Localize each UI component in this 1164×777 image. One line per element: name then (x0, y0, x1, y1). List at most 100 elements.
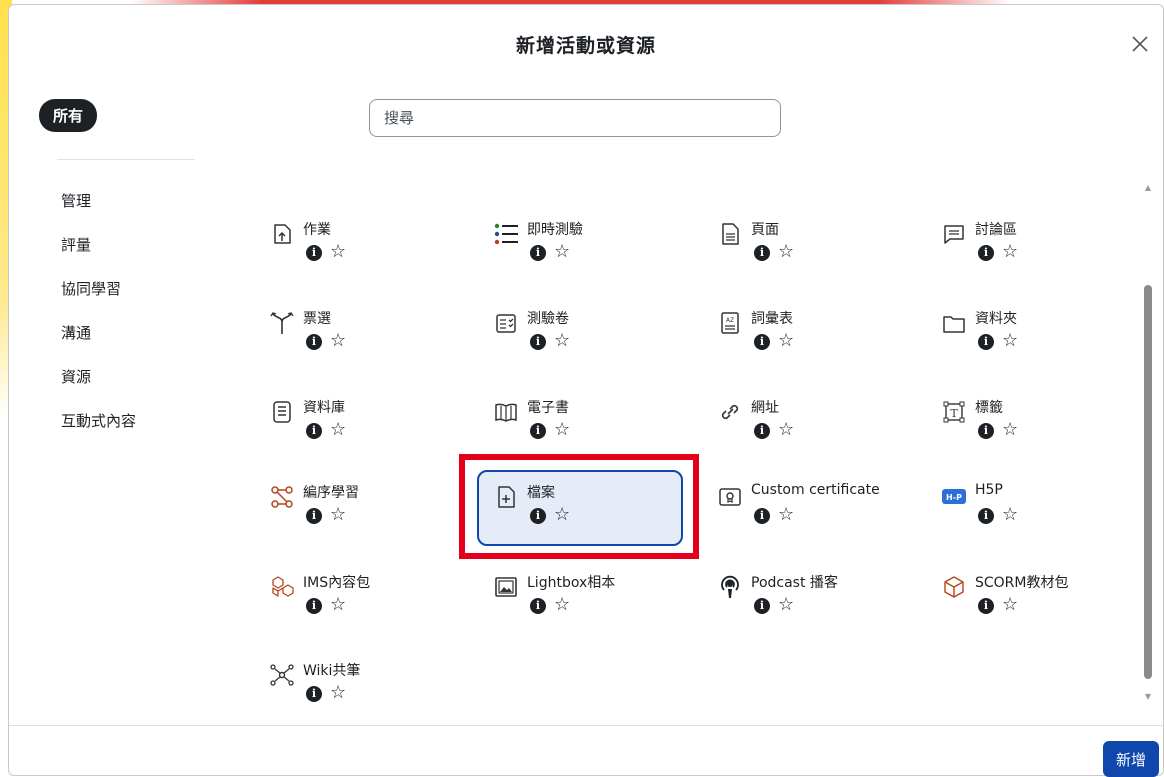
star-icon[interactable]: ☆ (778, 505, 794, 525)
category-item-interactive-content[interactable]: 互動式內容 (61, 411, 136, 455)
svg-text:H-P: H-P (946, 493, 962, 502)
activity-item[interactable]: 網址 i ☆ (701, 385, 907, 461)
star-icon[interactable]: ☆ (330, 420, 346, 440)
activity-name: 資料庫 (303, 400, 345, 416)
activity-name: Lightbox相本 (527, 575, 616, 591)
category-item-communication[interactable]: 溝通 (61, 323, 136, 367)
activity-item[interactable]: AZ 詞彙表 i ☆ (701, 296, 907, 372)
footer-divider (9, 725, 1163, 726)
info-icon[interactable]: i (306, 423, 322, 439)
activity-item[interactable]: 資料庫 i ☆ (253, 385, 459, 461)
sidebar-divider (57, 159, 195, 160)
folder-icon (943, 316, 965, 333)
info-icon[interactable]: i (306, 334, 322, 350)
info-icon[interactable]: i (306, 686, 322, 702)
podcast-icon (721, 575, 739, 598)
activity-item[interactable]: H-P H5P i ☆ (925, 470, 1131, 546)
scroll-down-arrow-icon[interactable]: ▼ (1143, 692, 1153, 701)
activity-item[interactable]: 頁面 i ☆ (701, 207, 907, 283)
star-icon[interactable]: ☆ (330, 331, 346, 351)
activity-item[interactable]: T 標籤 i ☆ (925, 385, 1131, 461)
activity-name: 資料夾 (975, 311, 1017, 327)
activity-name: SCORM教材包 (975, 575, 1069, 591)
star-icon[interactable]: ☆ (330, 505, 346, 525)
lesson-flow-icon (271, 486, 293, 508)
activity-name: 編序學習 (303, 485, 359, 501)
star-icon[interactable]: ☆ (1002, 331, 1018, 351)
info-icon[interactable]: i (306, 508, 322, 524)
category-item-collaboration[interactable]: 協同學習 (61, 279, 136, 323)
activity-item[interactable]: Wiki共筆 i ☆ (253, 648, 459, 724)
info-icon[interactable]: i (754, 598, 770, 614)
activity-item[interactable]: 編序學習 i ☆ (253, 470, 459, 546)
scorm-package-icon (944, 576, 964, 598)
info-icon[interactable]: i (978, 423, 994, 439)
activity-item[interactable]: 電子書 i ☆ (477, 385, 683, 461)
filter-all-button[interactable]: 所有 (39, 99, 98, 132)
activity-item[interactable]: Custom certificate i ☆ (701, 470, 907, 546)
info-icon[interactable]: i (530, 423, 546, 439)
info-icon[interactable]: i (754, 245, 770, 261)
star-icon[interactable]: ☆ (554, 331, 570, 351)
star-icon[interactable]: ☆ (778, 331, 794, 351)
info-icon[interactable]: i (754, 508, 770, 524)
info-icon[interactable]: i (306, 598, 322, 614)
star-icon[interactable]: ☆ (1002, 505, 1018, 525)
info-icon[interactable]: i (978, 598, 994, 614)
info-icon[interactable]: i (754, 423, 770, 439)
star-icon[interactable]: ☆ (554, 420, 570, 440)
activity-item[interactable]: 作業 i ☆ (253, 207, 459, 283)
assignment-upload-icon (274, 224, 291, 244)
category-item-assessment[interactable]: 評量 (61, 235, 136, 279)
activity-item[interactable]: 測驗卷 i ☆ (477, 296, 683, 372)
activity-item[interactable]: SCORM教材包 i ☆ (925, 560, 1131, 636)
star-icon[interactable]: ☆ (778, 242, 794, 262)
modal-title: 新增活動或資源 (515, 35, 656, 57)
info-icon[interactable]: i (530, 334, 546, 350)
search-input[interactable] (369, 99, 781, 137)
star-icon[interactable]: ☆ (778, 595, 794, 615)
category-item-resources[interactable]: 資源 (61, 367, 136, 411)
star-icon[interactable]: ☆ (1002, 595, 1018, 615)
activity-item[interactable]: Lightbox相本 i ☆ (477, 560, 683, 636)
activity-item[interactable]: IMS內容包 i ☆ (253, 560, 459, 636)
info-icon[interactable]: i (978, 334, 994, 350)
add-button[interactable]: 新增 (1103, 741, 1159, 777)
scrollbar[interactable]: ▲ ▼ (1143, 181, 1153, 701)
activity-item[interactable]: 即時測驗 i ☆ (477, 207, 683, 283)
info-icon[interactable]: i (530, 598, 546, 614)
database-icon (273, 401, 291, 423)
star-icon[interactable]: ☆ (330, 242, 346, 262)
activity-name: Custom certificate (751, 482, 880, 498)
activity-item[interactable]: 票選 i ☆ (253, 296, 459, 372)
star-icon[interactable]: ☆ (554, 242, 570, 262)
category-item-administration[interactable]: 管理 (61, 191, 136, 235)
info-icon[interactable]: i (978, 245, 994, 261)
activity-name: Wiki共筆 (303, 663, 361, 679)
close-icon[interactable] (1129, 33, 1151, 55)
star-icon[interactable]: ☆ (1002, 420, 1018, 440)
activity-name: 標籤 (975, 400, 1003, 416)
activity-name: H5P (975, 482, 1003, 498)
scroll-up-arrow-icon[interactable]: ▲ (1143, 183, 1153, 192)
scrollbar-thumb[interactable] (1144, 285, 1152, 679)
star-icon[interactable]: ☆ (554, 595, 570, 615)
certificate-icon (719, 488, 741, 506)
activity-item[interactable]: 討論區 i ☆ (925, 207, 1131, 283)
star-icon[interactable]: ☆ (330, 683, 346, 703)
activity-name: 作業 (303, 222, 331, 238)
info-icon[interactable]: i (754, 334, 770, 350)
star-icon[interactable]: ☆ (778, 420, 794, 440)
star-icon[interactable]: ☆ (330, 595, 346, 615)
activity-name: 網址 (751, 400, 779, 416)
activity-item[interactable]: Podcast 播客 i ☆ (701, 560, 907, 636)
page-document-icon (722, 223, 739, 245)
star-icon[interactable]: ☆ (1002, 242, 1018, 262)
text-label-icon: T (943, 401, 965, 423)
activity-name: 頁面 (751, 222, 779, 238)
activity-item[interactable]: 資料夾 i ☆ (925, 296, 1131, 372)
choice-branch-icon (270, 312, 294, 334)
info-icon[interactable]: i (530, 245, 546, 261)
info-icon[interactable]: i (978, 508, 994, 524)
info-icon[interactable]: i (306, 245, 322, 261)
